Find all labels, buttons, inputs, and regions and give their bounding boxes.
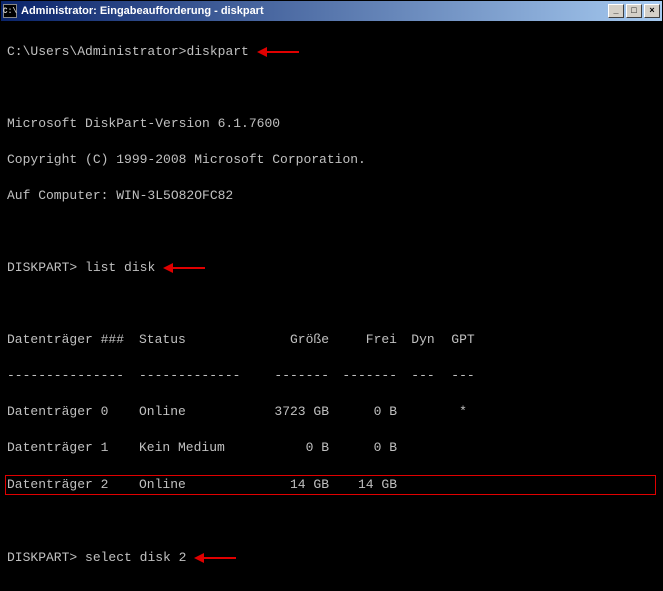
- cell-status: Online: [139, 403, 259, 421]
- banner-line-2: Copyright (C) 1999-2008 Microsoft Corpor…: [7, 151, 656, 169]
- col-header-gpt: GPT: [443, 331, 483, 349]
- cell-status: Kein Medium: [139, 439, 259, 457]
- banner-line-3: Auf Computer: WIN-3L5O82OFC82: [7, 187, 656, 205]
- col-header-id: Datenträger ###: [7, 331, 139, 349]
- ul-id: ---------------: [7, 367, 139, 385]
- cmd-selectdisk: select disk 2: [85, 550, 186, 565]
- blank-line: [7, 295, 656, 313]
- banner-line-1: Microsoft DiskPart-Version 6.1.7600: [7, 115, 656, 133]
- initial-prompt: C:\Users\Administrator>: [7, 44, 186, 59]
- blank-line: [7, 79, 656, 97]
- close-button[interactable]: ×: [644, 4, 660, 18]
- col-header-size: Größe: [259, 331, 335, 349]
- cell-free: 0 B: [335, 403, 403, 421]
- ul-free: -------: [335, 367, 403, 385]
- ul-size: -------: [259, 367, 335, 385]
- ul-dyn: ---: [403, 367, 443, 385]
- table-row: Datenträger 0Online3723 GB0 B *: [7, 403, 656, 421]
- command-prompt-window: C:\ Administrator: Eingabeaufforderung -…: [0, 0, 663, 591]
- maximize-button[interactable]: □: [626, 4, 642, 18]
- diskpart-prompt: DISKPART>: [7, 550, 77, 565]
- cmd-diskpart: diskpart: [186, 44, 248, 59]
- ul-status: -------------: [139, 367, 259, 385]
- cell-gpt: [443, 439, 483, 457]
- cell-free: 0 B: [335, 439, 403, 457]
- cell-id: Datenträger 1: [7, 439, 139, 457]
- blank-line: [7, 223, 656, 241]
- cell-dyn: [403, 403, 443, 421]
- cell-free: 14 GB: [335, 476, 403, 494]
- cell-gpt: *: [443, 403, 483, 421]
- listdisk-line: DISKPART> list disk: [7, 259, 656, 277]
- arrow-icon: [163, 263, 205, 273]
- cmd-icon: C:\: [3, 4, 17, 18]
- col-header-status: Status: [139, 331, 259, 349]
- terminal-content[interactable]: C:\Users\Administrator>diskpart Microsof…: [1, 21, 662, 590]
- table-underline: ----------------------------------------…: [7, 367, 656, 385]
- table-row: Datenträger 1Kein Medium0 B0 B: [7, 439, 656, 457]
- table-row-highlighted: Datenträger 2Online14 GB14 GB: [5, 475, 656, 495]
- selectdisk-line: DISKPART> select disk 2: [7, 549, 656, 567]
- minimize-button[interactable]: _: [608, 4, 624, 18]
- cell-id: Datenträger 0: [7, 403, 139, 421]
- cell-size: 14 GB: [259, 476, 335, 494]
- diskpart-prompt: DISKPART>: [7, 260, 77, 275]
- table-header: Datenträger ###StatusGrößeFreiDynGPT: [7, 331, 656, 349]
- col-header-dyn: Dyn: [403, 331, 443, 349]
- blank-line: [7, 513, 656, 531]
- cmd-listdisk: list disk: [85, 260, 155, 275]
- col-header-free: Frei: [335, 331, 403, 349]
- ul-gpt: ---: [443, 367, 483, 385]
- cell-size: 3723 GB: [259, 403, 335, 421]
- window-buttons: _ □ ×: [608, 4, 660, 18]
- initial-prompt-line: C:\Users\Administrator>diskpart: [7, 43, 656, 61]
- blank-line: [7, 585, 656, 590]
- cell-dyn: [403, 476, 443, 494]
- cell-dyn: [403, 439, 443, 457]
- arrow-icon: [194, 553, 236, 563]
- cell-gpt: [443, 476, 483, 494]
- cell-status: Online: [139, 476, 259, 494]
- titlebar[interactable]: C:\ Administrator: Eingabeaufforderung -…: [1, 1, 662, 21]
- arrow-icon: [257, 47, 299, 57]
- window-title: Administrator: Eingabeaufforderung - dis…: [21, 5, 608, 17]
- cell-size: 0 B: [259, 439, 335, 457]
- cell-id: Datenträger 2: [7, 476, 139, 494]
